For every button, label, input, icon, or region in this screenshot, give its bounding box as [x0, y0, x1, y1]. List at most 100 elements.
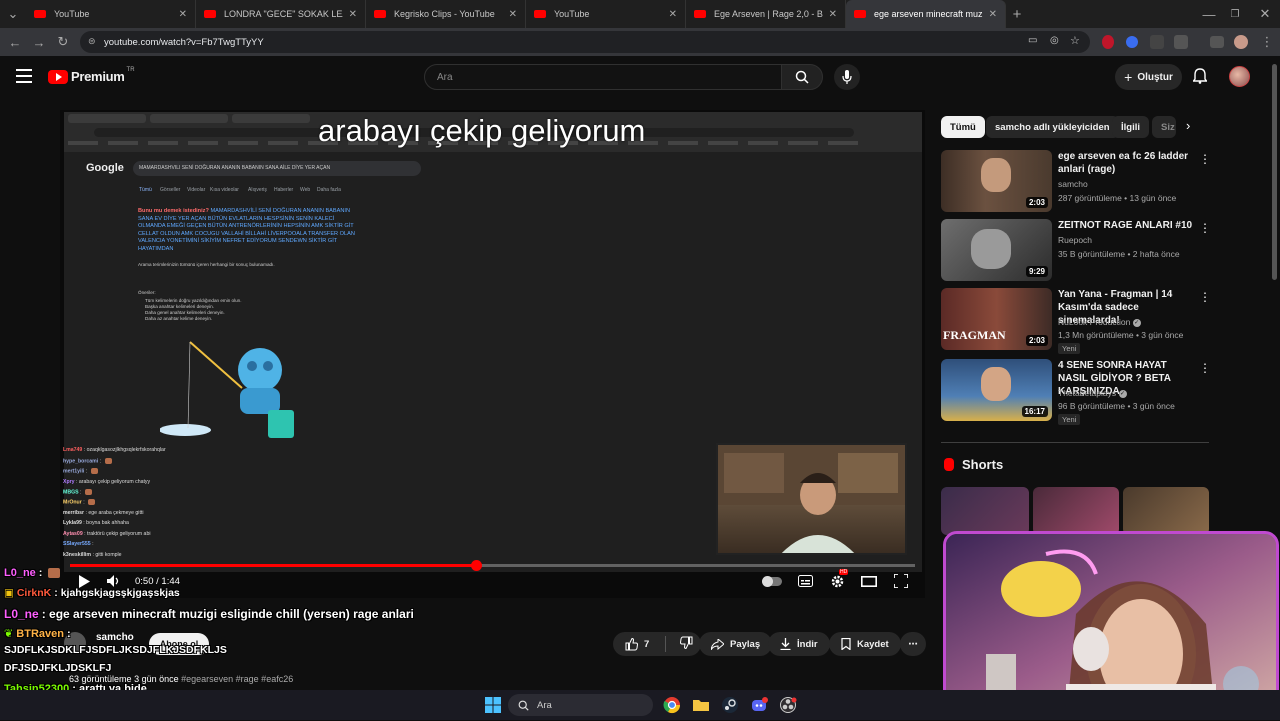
- site-info-icon[interactable]: ⊜: [88, 36, 96, 47]
- tab-close-icon[interactable]: ✕: [179, 9, 187, 20]
- search-input[interactable]: Ara: [424, 64, 782, 90]
- notifications-bell-icon[interactable]: [1192, 68, 1208, 89]
- video-chat-user: MrOnur: [63, 499, 82, 506]
- subtitles-icon[interactable]: [797, 573, 813, 589]
- dislike-button[interactable]: [680, 636, 693, 652]
- browser-tab-active[interactable]: ege arseven minecraft muzigi e ✕: [846, 0, 1006, 28]
- channel-name[interactable]: samcho: [96, 632, 134, 643]
- theater-mode-icon[interactable]: [861, 573, 877, 589]
- related-channel-name[interactable]: NuLook Production: [1058, 317, 1130, 327]
- forward-icon[interactable]: →: [28, 31, 50, 53]
- video-thumbnail[interactable]: FRAGMAN 2:03: [941, 288, 1052, 350]
- chips-next-chevron-icon[interactable]: ›: [1186, 118, 1190, 133]
- new-tab-icon[interactable]: +: [1006, 3, 1028, 25]
- autoplay-toggle[interactable]: [761, 573, 783, 589]
- browser-tab[interactable]: YouTube ✕: [26, 0, 196, 28]
- windows-start-icon[interactable]: [482, 694, 504, 716]
- video-chat-text: :: [92, 541, 94, 547]
- taskbar-search[interactable]: Ara: [508, 694, 653, 716]
- tab-label: YouTube: [54, 9, 90, 19]
- shorts-thumbnail[interactable]: [1123, 487, 1209, 535]
- tab-close-icon[interactable]: ✕: [829, 9, 837, 20]
- extension-record-icon[interactable]: [1102, 35, 1114, 49]
- overlay-chat-text: : kjahgskjagsşkjgaşskjas: [54, 587, 180, 599]
- eye-off-icon[interactable]: ◎: [1050, 35, 1059, 46]
- cast-icon[interactable]: ▭: [1028, 35, 1037, 46]
- more-options-icon[interactable]: ⋮: [1199, 361, 1211, 375]
- tab-close-icon[interactable]: ✕: [669, 9, 677, 20]
- youtube-favicon-icon: [854, 10, 866, 18]
- bookmark-star-icon[interactable]: ☆: [1070, 34, 1080, 47]
- inner-tab: [232, 114, 310, 123]
- related-video[interactable]: 16:17 4 SENE SONRA HAYAT NASIL GİDİYOR ?…: [941, 359, 1211, 425]
- youtube-premium-logo[interactable]: Premium TR: [48, 67, 135, 84]
- video-thumbnail[interactable]: 2:03: [941, 150, 1052, 212]
- related-channel-name[interactable]: samcho: [1058, 179, 1088, 189]
- tab-close-icon[interactable]: ✕: [509, 9, 517, 20]
- fullscreen-icon[interactable]: [893, 573, 909, 589]
- extensions-puzzle-icon[interactable]: [1174, 35, 1188, 49]
- create-button[interactable]: + Oluştur: [1115, 64, 1182, 90]
- more-options-icon[interactable]: ⋮: [1199, 290, 1211, 304]
- hamburger-menu-icon[interactable]: [16, 69, 32, 83]
- related-video-title[interactable]: ege arseven ea fc 26 ladder anlari (rage…: [1058, 150, 1198, 176]
- address-bar[interactable]: ⊜ youtube.com/watch?v=Fb7TwgTTyYY ▭ ◎ ☆: [80, 31, 1090, 53]
- tab-close-icon[interactable]: ✕: [989, 9, 997, 20]
- settings-gear-icon[interactable]: HD: [829, 569, 849, 589]
- browser-tab[interactable]: YouTube ✕: [526, 0, 686, 28]
- video-thumbnail[interactable]: 16:17: [941, 359, 1052, 421]
- voice-search-button[interactable]: [834, 64, 860, 90]
- minimize-icon[interactable]: —: [1198, 3, 1220, 25]
- related-channel-name[interactable]: Thetabetaplays: [1058, 388, 1116, 398]
- filter-chip-all[interactable]: Tümü: [941, 116, 985, 138]
- extension-audio-icon[interactable]: [1126, 36, 1138, 48]
- filter-chip-from-uploader[interactable]: samcho adlı yükleyiciden: [986, 116, 1119, 138]
- related-channel-name[interactable]: Ruepoch: [1058, 235, 1092, 245]
- browser-menu-icon[interactable]: ⋮: [1256, 31, 1278, 53]
- video-hashtags[interactable]: #egearseven #rage #eafc26: [181, 674, 293, 684]
- search-icon: [795, 70, 809, 84]
- tab-label: ege arseven minecraft muzigi e: [874, 9, 983, 19]
- more-options-icon[interactable]: ⋮: [1199, 221, 1211, 235]
- browser-tab[interactable]: LONDRA "GECE" SOKAK LEZZE ✕: [196, 0, 366, 28]
- chrome-app-icon[interactable]: [661, 694, 683, 716]
- browser-tab[interactable]: Ege Arseven | Rage 2,0 - BAĞIR ✕: [686, 0, 846, 28]
- related-video-title[interactable]: ZEITNOT RAGE ANLARI #10: [1058, 219, 1198, 232]
- file-explorer-icon[interactable]: [690, 694, 712, 716]
- new-badge: Yeni: [1058, 414, 1081, 425]
- reading-list-icon[interactable]: [1210, 36, 1224, 48]
- related-video[interactable]: 2:03 ege arseven ea fc 26 ladder anlari …: [941, 150, 1211, 214]
- reload-icon[interactable]: ↻: [52, 31, 74, 53]
- filter-chip-for-you[interactable]: Siz: [1152, 116, 1176, 138]
- profile-avatar-icon[interactable]: [1234, 35, 1248, 49]
- shorts-thumbnail[interactable]: [941, 487, 1029, 535]
- tab-close-icon[interactable]: ✕: [349, 9, 357, 20]
- window-close-icon[interactable]: ✕: [1254, 3, 1276, 25]
- related-video[interactable]: FRAGMAN 2:03 Yan Yana - Fragman | 14 Kas…: [941, 288, 1211, 354]
- steam-icon[interactable]: [719, 694, 741, 716]
- video-chat-message: Lykla99 : boyna bak ahhaha: [63, 520, 129, 526]
- discord-icon[interactable]: [748, 694, 770, 716]
- download-button[interactable]: İndir: [768, 632, 830, 656]
- video-progress-bar[interactable]: [70, 560, 915, 571]
- like-button[interactable]: 7: [625, 637, 649, 651]
- obs-app-icon[interactable]: [777, 694, 799, 716]
- page-scrollbar[interactable]: [1272, 64, 1277, 280]
- share-button[interactable]: Paylaş: [699, 632, 773, 656]
- search-button[interactable]: [781, 64, 823, 90]
- share-arrow-icon: [711, 638, 724, 650]
- back-icon[interactable]: ←: [4, 31, 26, 53]
- account-avatar[interactable]: [1229, 66, 1250, 87]
- maximize-icon[interactable]: ❐: [1224, 3, 1246, 25]
- save-button[interactable]: Kaydet: [829, 632, 901, 656]
- related-video[interactable]: 9:29 ZEITNOT RAGE ANLARI #10 Ruepoch 35 …: [941, 219, 1211, 283]
- browser-tab[interactable]: Kegrisko Clips - YouTube ✕: [366, 0, 526, 28]
- tab-list-chevron-icon[interactable]: ⌄: [0, 3, 26, 25]
- video-scrubber-handle[interactable]: [470, 560, 482, 571]
- shorts-thumbnail[interactable]: [1033, 487, 1119, 535]
- filter-chip-related[interactable]: İlgili: [1112, 116, 1149, 138]
- extension-shield-icon[interactable]: [1150, 35, 1164, 49]
- more-options-icon[interactable]: ⋮: [1199, 152, 1211, 166]
- video-thumbnail[interactable]: 9:29: [941, 219, 1052, 281]
- more-actions-icon[interactable]: ⋯: [900, 632, 926, 656]
